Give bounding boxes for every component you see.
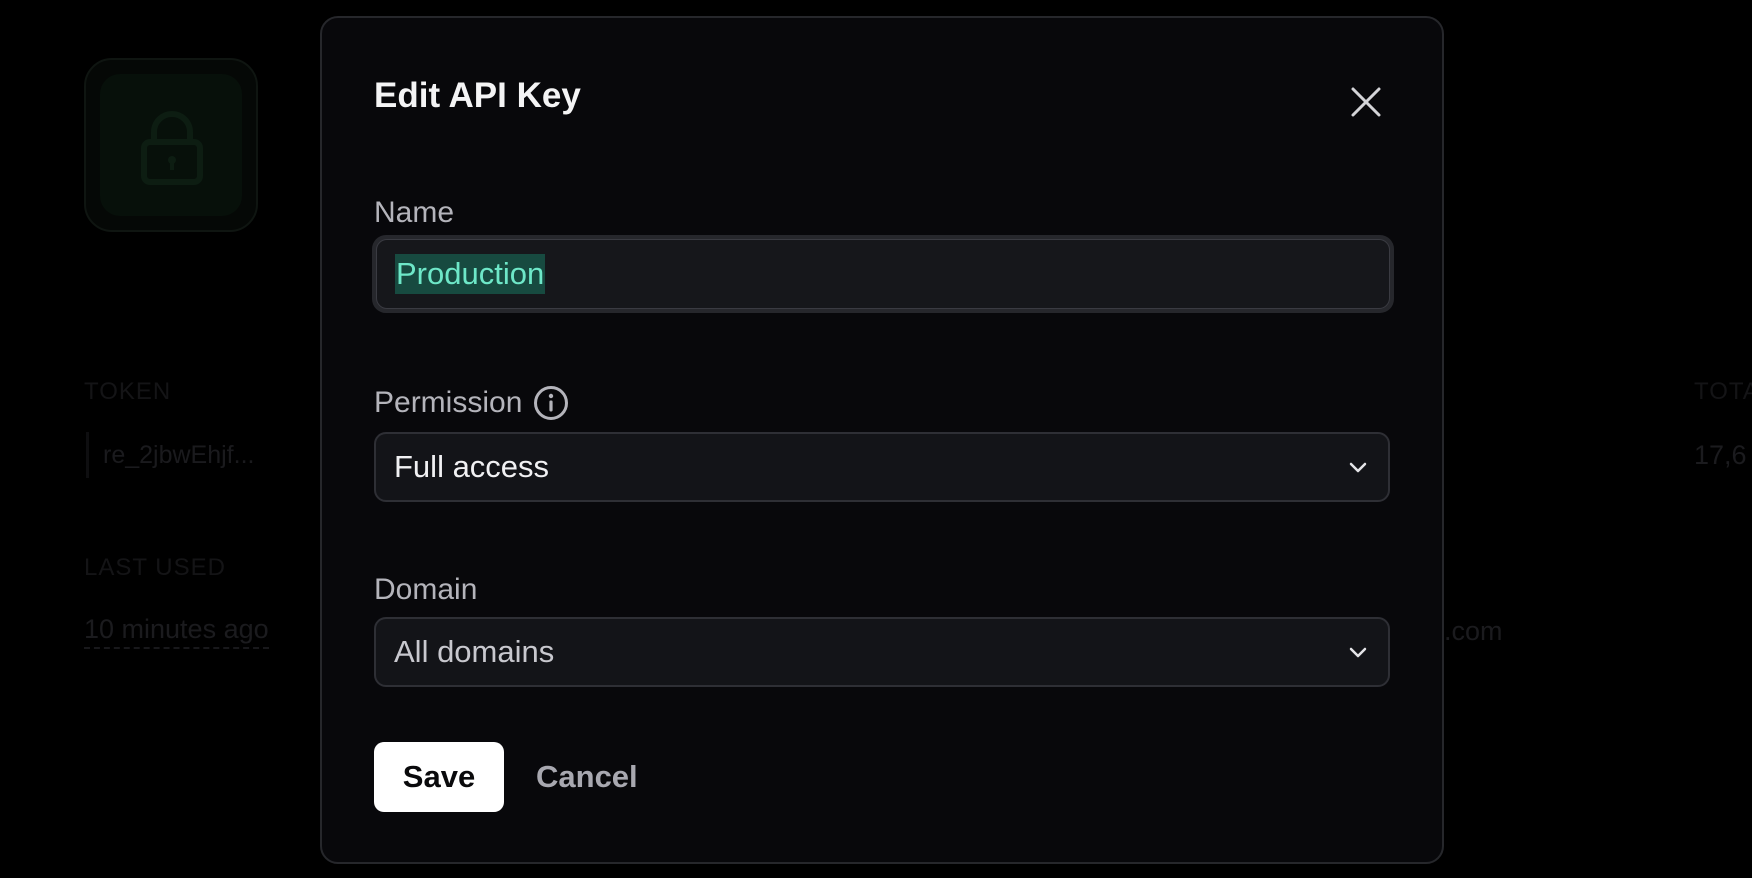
- permission-select[interactable]: Full access: [374, 432, 1390, 502]
- close-button[interactable]: [1342, 78, 1390, 126]
- chevron-down-icon: [1349, 647, 1367, 658]
- close-icon: [1351, 87, 1381, 117]
- name-label: Name: [374, 196, 454, 230]
- last-used-value: 10 minutes ago: [84, 614, 269, 649]
- lock-icon: [141, 111, 203, 185]
- cancel-button[interactable]: Cancel: [536, 742, 666, 812]
- permission-selected-value: Full access: [394, 449, 550, 484]
- api-key-icon-tile: [84, 58, 258, 232]
- permission-label-text: Permission: [374, 386, 523, 419]
- name-input[interactable]: Production: [376, 239, 1390, 309]
- domain-value-partial: .com: [1444, 616, 1503, 646]
- total-label: TOTA: [1694, 378, 1752, 405]
- name-label-text: Name: [374, 196, 455, 229]
- page: TOKEN re_2jbwEhjf... LAST USED 10 minute…: [0, 0, 1752, 878]
- chevron-down-icon: [1349, 462, 1367, 473]
- domain-label-text: Domain: [374, 573, 478, 606]
- name-input-focus-ring: Production: [372, 235, 1394, 313]
- dialog-title: Edit API Key: [374, 76, 581, 115]
- edit-api-key-dialog: Edit API Key Name Production Permission: [320, 16, 1444, 864]
- permission-label: Permission: [374, 384, 570, 422]
- last-used-label: LAST USED: [84, 554, 226, 581]
- save-button[interactable]: Save: [374, 742, 504, 812]
- domain-select[interactable]: All domains: [374, 617, 1390, 687]
- token-label: TOKEN: [84, 378, 172, 405]
- domain-label: Domain: [374, 573, 477, 607]
- domain-selected-value: All domains: [394, 634, 555, 669]
- total-value: 17,6: [1694, 440, 1747, 470]
- info-icon[interactable]: [532, 384, 570, 422]
- name-input-value: Production: [395, 254, 546, 294]
- token-value: re_2jbwEhjf...: [86, 432, 268, 478]
